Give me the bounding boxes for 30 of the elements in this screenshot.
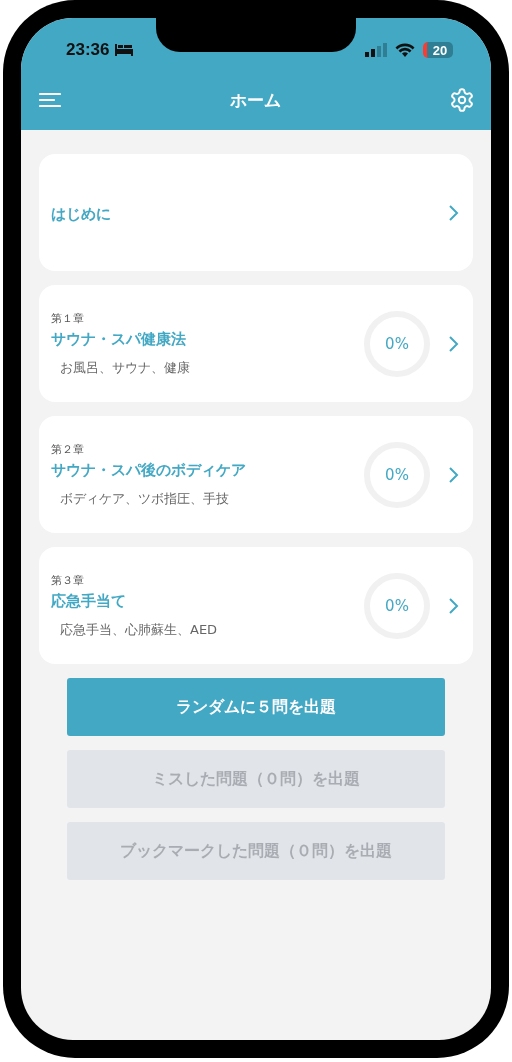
intro-card[interactable]: はじめに	[39, 154, 473, 271]
chapter-title: サウナ・スパ後のボディケア	[51, 460, 246, 480]
settings-icon[interactable]	[449, 87, 475, 113]
page-title: ホーム	[229, 88, 281, 112]
progress-percent: 0%	[385, 596, 409, 615]
chapter-topics: ボディケア、ツボ指圧、手技	[60, 489, 229, 508]
status-time: 23:36	[66, 40, 110, 60]
card-title: はじめに	[51, 205, 111, 224]
bed-icon	[114, 44, 135, 56]
chevron-right-icon	[448, 203, 459, 222]
signal-icon	[365, 43, 387, 57]
chapter-title: 応急手当て	[51, 591, 126, 611]
chapter-topics: お風呂、サウナ、健康	[60, 358, 190, 377]
chapter-number: 第１章	[51, 310, 84, 326]
quiz-button[interactable]: ランダムに５問を出題	[67, 678, 445, 736]
chevron-right-icon	[448, 596, 459, 615]
battery-icon: 20	[423, 42, 453, 58]
chevron-right-icon	[448, 334, 459, 353]
chapter-topics: 応急手当、心肺蘇生、AED	[60, 620, 218, 639]
chapter-title: サウナ・スパ健康法	[51, 329, 186, 349]
progress-percent: 0%	[385, 334, 409, 353]
chapter-number: 第３章	[51, 572, 84, 588]
wifi-icon	[395, 43, 415, 57]
chevron-right-icon	[448, 465, 459, 484]
progress-percent: 0%	[385, 465, 409, 484]
menu-icon[interactable]	[39, 92, 61, 108]
chapter-card[interactable]: 第３章 応急手当て 応急手当、心肺蘇生、AED 0%	[39, 547, 473, 664]
chapter-card[interactable]: 第２章 サウナ・スパ後のボディケア ボディケア、ツボ指圧、手技 0%	[39, 416, 473, 533]
chapter-card[interactable]: 第１章 サウナ・スパ健康法 お風呂、サウナ、健康 0%	[39, 285, 473, 402]
chapter-number: 第２章	[51, 441, 84, 457]
